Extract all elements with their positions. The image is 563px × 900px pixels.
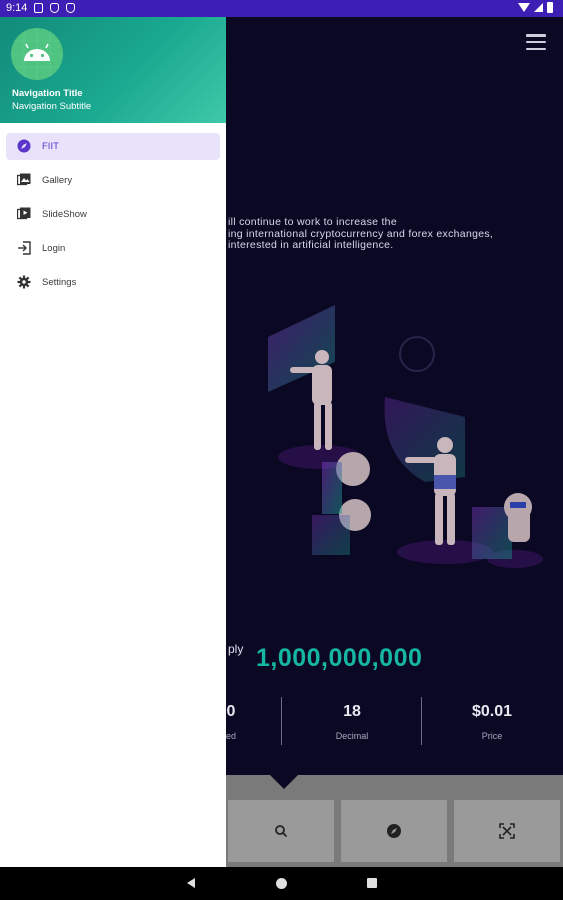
signal-icon	[534, 3, 543, 12]
intro-line: ill continue to work to increase the	[228, 216, 397, 228]
divider	[421, 697, 422, 745]
supply-value: 1,000,000,000	[256, 644, 423, 672]
scan-icon	[499, 823, 515, 839]
wifi-icon	[518, 3, 530, 12]
divider	[281, 697, 282, 745]
tab-explore[interactable]	[341, 800, 447, 862]
slideshow-icon	[17, 207, 31, 220]
navigation-drawer: Navigation Title Navigation Subtitle FII…	[0, 17, 226, 867]
intro-line: interested in artificial intelligence.	[228, 239, 394, 251]
nav-item-gallery[interactable]: Gallery	[6, 167, 220, 194]
menu-icon[interactable]	[526, 34, 546, 50]
status-bar: 9:14	[0, 0, 563, 17]
back-icon[interactable]	[187, 878, 195, 888]
compass-icon	[387, 824, 401, 838]
stat-value: $0.01	[471, 703, 513, 720]
nav-item-fiit[interactable]: FIIT	[6, 133, 220, 160]
drawer-header: Navigation Title Navigation Subtitle	[0, 17, 226, 123]
nav-item-label: Settings	[42, 277, 77, 288]
nav-subtitle: Navigation Subtitle	[12, 101, 92, 112]
nav-item-label: SlideShow	[42, 209, 87, 220]
home-icon[interactable]	[276, 878, 287, 889]
notification-icon	[34, 3, 43, 13]
stat-label: Decimal	[335, 731, 369, 741]
compass-icon	[17, 139, 31, 153]
supply-label: ply	[228, 642, 244, 656]
battery-icon	[547, 2, 553, 13]
stat-value: 18	[343, 703, 361, 720]
shield-icon	[66, 3, 75, 13]
android-logo-avatar	[11, 28, 63, 80]
recent-apps-icon[interactable]	[367, 878, 377, 888]
intro-text: ill continue to work to increase the ing…	[228, 216, 548, 252]
nav-item-login[interactable]: Login	[6, 235, 220, 262]
stat-item: $0.01 Price	[442, 703, 542, 741]
shield-icon	[50, 3, 59, 13]
nav-item-slideshow[interactable]: SlideShow	[6, 201, 220, 228]
search-icon	[275, 825, 288, 838]
nav-item-label: FIIT	[42, 141, 59, 152]
nav-title: Navigation Title	[12, 88, 83, 99]
gear-icon	[17, 275, 31, 289]
bottom-notch	[268, 773, 300, 789]
system-navigation-bar	[0, 867, 563, 900]
login-icon	[18, 241, 31, 255]
ai-robots-illustration	[268, 305, 543, 568]
tab-scan[interactable]	[454, 800, 560, 862]
stat-item: 18 Decimal	[302, 703, 402, 741]
nav-item-label: Login	[42, 243, 66, 254]
tab-search[interactable]	[228, 800, 334, 862]
nav-item-settings[interactable]: Settings	[6, 269, 220, 296]
status-time: 9:14	[6, 2, 28, 14]
nav-item-label: Gallery	[42, 175, 73, 186]
stat-label: Price	[481, 731, 503, 741]
gallery-icon	[17, 173, 31, 186]
